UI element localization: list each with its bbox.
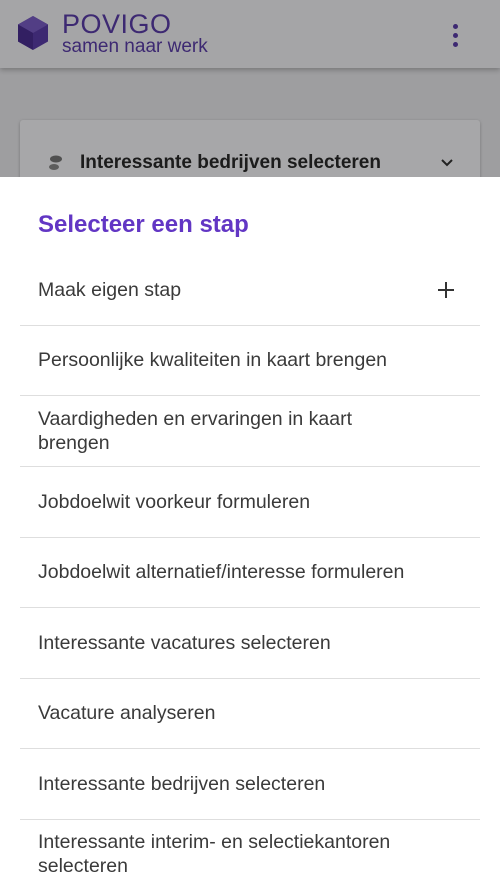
sheet-title: Selecteer een stap <box>38 211 249 238</box>
step-list-item[interactable]: Interessante vacatures selecteren <box>20 607 480 679</box>
step-list-item[interactable]: Jobdoelwit alternatief/interesse formule… <box>20 537 480 608</box>
step-label: Vacature analyseren <box>38 702 216 724</box>
step-label: Interessante vacatures selecteren <box>38 631 331 654</box>
step-list-item[interactable]: Interessante bedrijven selecteren <box>20 748 480 820</box>
step-list-item[interactable]: Persoonlijke kwaliteiten in kaart brenge… <box>20 325 480 396</box>
step-label: Interessante bedrijven selecteren <box>38 772 326 795</box>
custom-step-button[interactable]: Maak eigen stap <box>20 255 480 326</box>
step-label: Jobdoelwit voorkeur formuleren <box>38 490 311 513</box>
step-list-item[interactable]: Interessante interim- en selectiekantore… <box>20 819 480 888</box>
step-list-item[interactable]: Vaardigheden en ervaringen in kaart bren… <box>20 395 480 467</box>
step-list-item[interactable]: Jobdoelwit voorkeur formuleren <box>20 466 480 538</box>
step-label: Persoonlijke kwaliteiten in kaart brenge… <box>38 349 388 371</box>
custom-step-label: Maak eigen stap <box>38 279 182 301</box>
plus-icon <box>438 282 454 298</box>
step-list-item[interactable]: Vacature analyseren <box>20 678 480 749</box>
step-selection-sheet: Selecteer een stap Maak eigen stap Perso… <box>0 177 500 888</box>
step-label: Interessante interim- en selectiekantore… <box>38 830 391 877</box>
step-label: Jobdoelwit alternatief/interesse formule… <box>38 561 405 583</box>
step-label: Vaardigheden en ervaringen in kaart bren… <box>38 407 353 454</box>
